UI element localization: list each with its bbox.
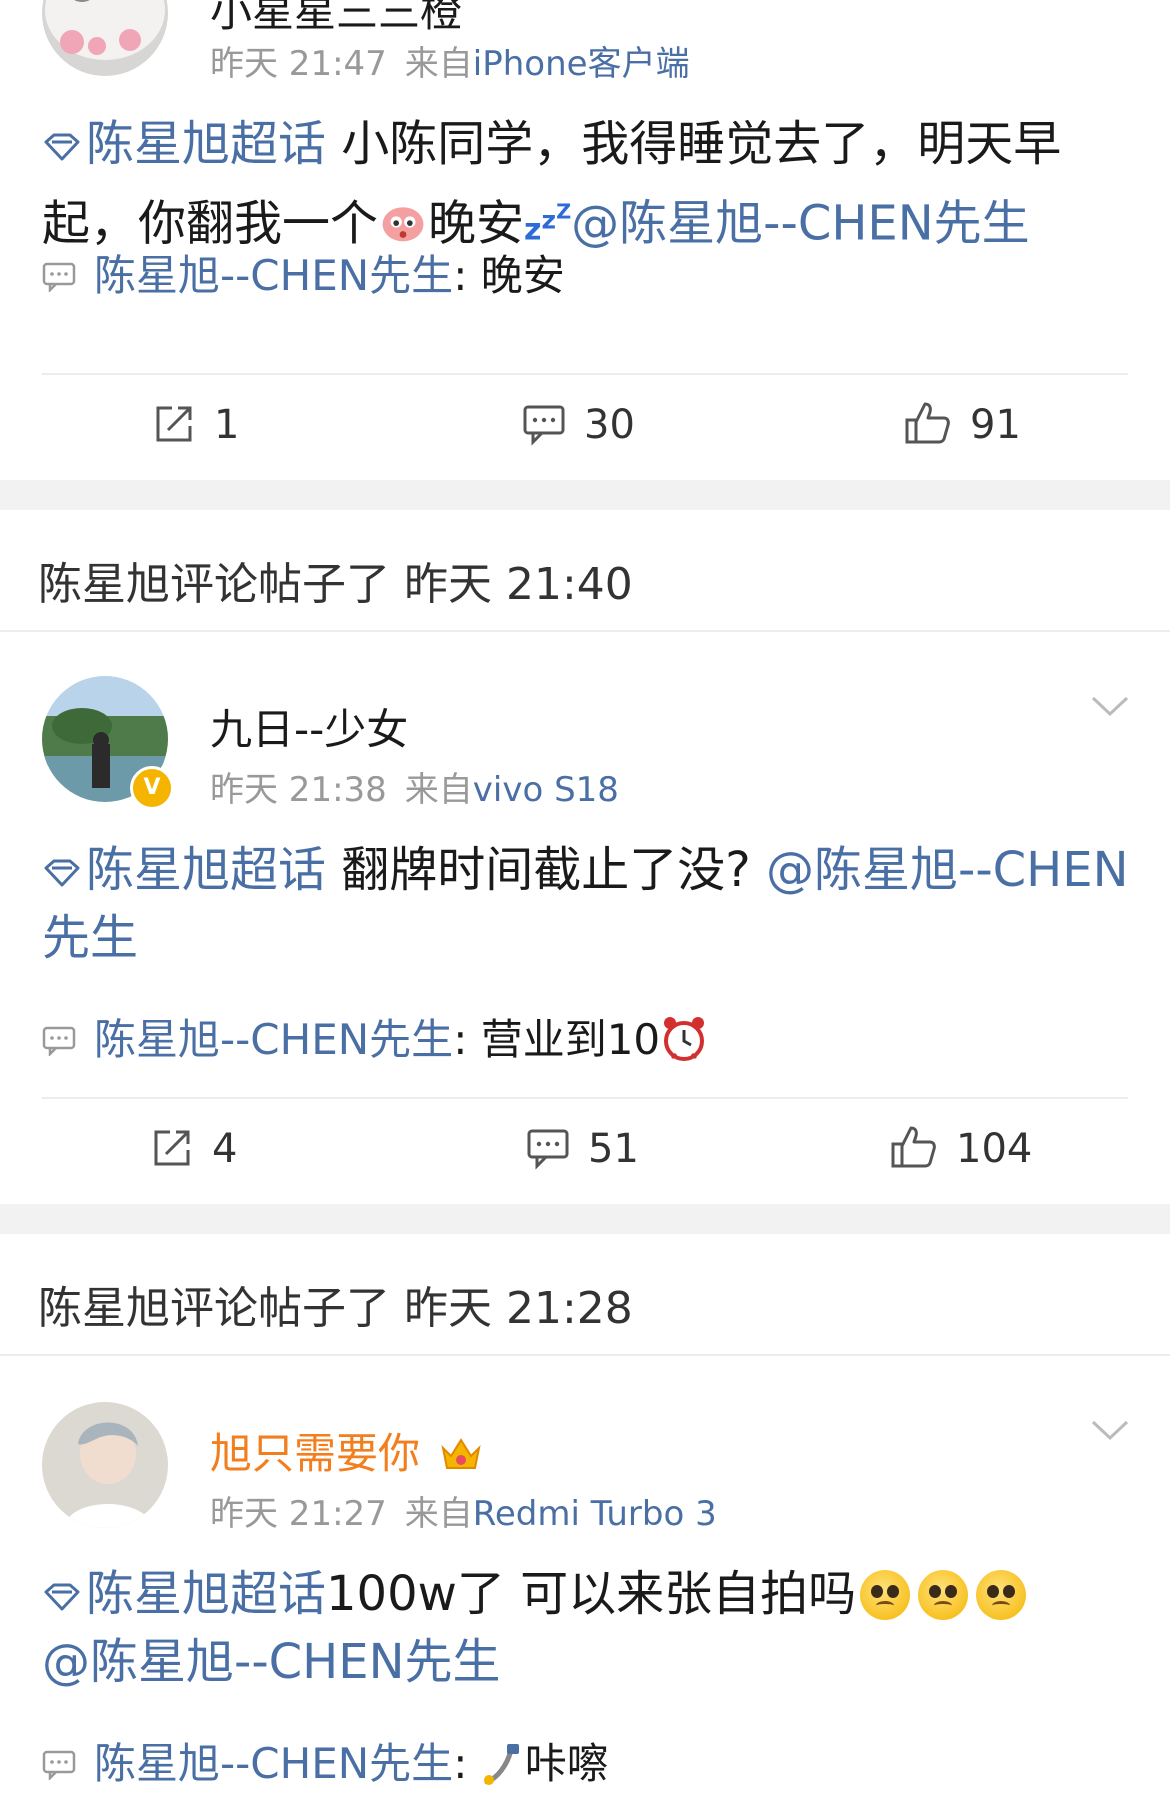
supertopic-label: 陈星旭超话 (86, 842, 327, 898)
repost-count: 4 (212, 1126, 238, 1172)
post-username-text: 旭只需要你 (210, 1429, 421, 1478)
comment-icon (523, 405, 565, 446)
section-separator (0, 1204, 1170, 1234)
post-source-prefix: 来自 (404, 44, 473, 84)
divider (42, 1097, 1128, 1099)
repost-button[interactable]: 1 (152, 402, 239, 448)
post-source-prefix: 来自 (404, 1494, 473, 1534)
repost-icon (156, 406, 192, 442)
post-meta: 昨天 21:47 来自iPhone客户端 (210, 36, 690, 85)
supertopic-link[interactable]: 陈星旭超话 (42, 1566, 326, 1622)
section-header: 陈星旭评论帖子了 昨天 21:40 (38, 559, 633, 610)
featured-reply[interactable]: 陈星旭--CHEN先生: 营业到10 (42, 1006, 708, 1067)
post-username[interactable]: 旭只需要你 (210, 1420, 483, 1481)
repost-icon (154, 1130, 190, 1166)
post-source[interactable]: iPhone客户端 (473, 44, 690, 84)
section-header: 陈星旭评论帖子了 昨天 21:28 (38, 1283, 633, 1334)
comment-count: 30 (584, 402, 635, 448)
post-text: 翻牌时间截止了没? (326, 842, 767, 898)
post-meta: 昨天 21:27 来自Redmi Turbo 3 (210, 1486, 717, 1535)
section-separator (0, 480, 1170, 510)
divider (0, 630, 1170, 632)
reply-colon: : (453, 251, 481, 300)
post-username[interactable]: 九日--少女 (210, 696, 408, 757)
reply-author[interactable]: 陈星旭--CHEN先生 (94, 1739, 453, 1788)
reply-text: 营业到10 (480, 1015, 661, 1064)
featured-reply[interactable]: 陈星旭--CHEN先生: 咔嚓 (42, 1730, 609, 1791)
supertopic-icon (44, 1583, 80, 1611)
selfie-stick-emoji (483, 1744, 519, 1785)
comment-button[interactable]: 30 (522, 402, 635, 448)
supertopic-label: 陈星旭超话 (86, 1566, 327, 1622)
post-source-prefix: 来自 (404, 770, 473, 810)
mention-link[interactable]: @陈星旭--CHEN先生 (571, 195, 1030, 251)
post-body: 陈星旭超话 翻牌时间截止了没? @陈星旭--CHEN先生 (42, 836, 1132, 972)
like-icon (891, 1126, 936, 1168)
reply-bubble-icon (42, 1026, 76, 1056)
reply-author[interactable]: 陈星旭--CHEN先生 (94, 1015, 453, 1064)
post-body: 陈星旭超话100w了 可以来张自拍吗 @陈星旭--CHEN先生 (42, 1560, 1132, 1696)
like-button[interactable]: 91 (904, 400, 1021, 448)
post-source[interactable]: vivo S18 (473, 770, 619, 810)
repost-count: 1 (214, 402, 240, 448)
pleading-emoji (976, 1570, 1027, 1620)
post-time: 昨天 21:27 (210, 1494, 387, 1534)
crown-icon (441, 1438, 482, 1469)
avatar-cat[interactable] (42, 0, 168, 76)
reply-bubble-icon (42, 262, 76, 292)
post-source[interactable]: Redmi Turbo 3 (473, 1494, 717, 1534)
pleading-emoji (860, 1570, 911, 1620)
chevron-down-icon[interactable] (1090, 694, 1130, 718)
supertopic-icon (44, 859, 80, 887)
chevron-down-icon[interactable] (1090, 1418, 1130, 1442)
like-icon (905, 402, 950, 444)
post-meta: 昨天 21:38 来自vivo S18 (210, 762, 619, 811)
pleading-emoji (918, 1570, 969, 1620)
sleep-emoji (382, 207, 424, 242)
reply-text: 咔嚓 (524, 1739, 609, 1788)
avatar-portrait[interactable] (42, 1402, 168, 1528)
supertopic-icon (44, 133, 80, 161)
like-count: 91 (970, 402, 1021, 448)
comment-button[interactable]: 51 (526, 1126, 639, 1172)
alarm-clock-emoji (664, 1017, 705, 1061)
comment-count: 51 (588, 1126, 639, 1172)
featured-reply[interactable]: 陈星旭--CHEN先生: 晚安 (42, 242, 565, 303)
verified-badge-icon: V (130, 766, 174, 810)
repost-button[interactable]: 4 (150, 1126, 237, 1172)
mention-link[interactable]: @陈星旭--CHEN先生 (42, 1634, 501, 1690)
weibo-feed: 小星星三三橙 昨天 21:47 来自iPhone客户端 陈星旭超话 小陈同学，我得… (0, 0, 1170, 1804)
supertopic-link[interactable]: 陈星旭超话 (42, 842, 326, 898)
like-button[interactable]: 104 (890, 1124, 1032, 1172)
reply-colon: : (453, 1015, 481, 1064)
reply-colon: : (453, 1739, 481, 1788)
post-time: 昨天 21:47 (210, 44, 387, 84)
divider (42, 373, 1128, 375)
divider (0, 1354, 1170, 1356)
supertopic-link[interactable]: 陈星旭超话 (42, 116, 326, 172)
supertopic-label: 陈星旭超话 (86, 116, 327, 172)
reply-author[interactable]: 陈星旭--CHEN先生 (94, 251, 453, 300)
post-username[interactable]: 小星星三三橙 (210, 0, 462, 39)
reply-bubble-icon (42, 1750, 76, 1780)
like-count: 104 (956, 1126, 1033, 1172)
post-time: 昨天 21:38 (210, 770, 387, 810)
comment-icon (527, 1129, 569, 1170)
reply-text: 晚安 (480, 251, 565, 300)
post-text: 100w了 可以来张自拍吗 (326, 1566, 857, 1622)
